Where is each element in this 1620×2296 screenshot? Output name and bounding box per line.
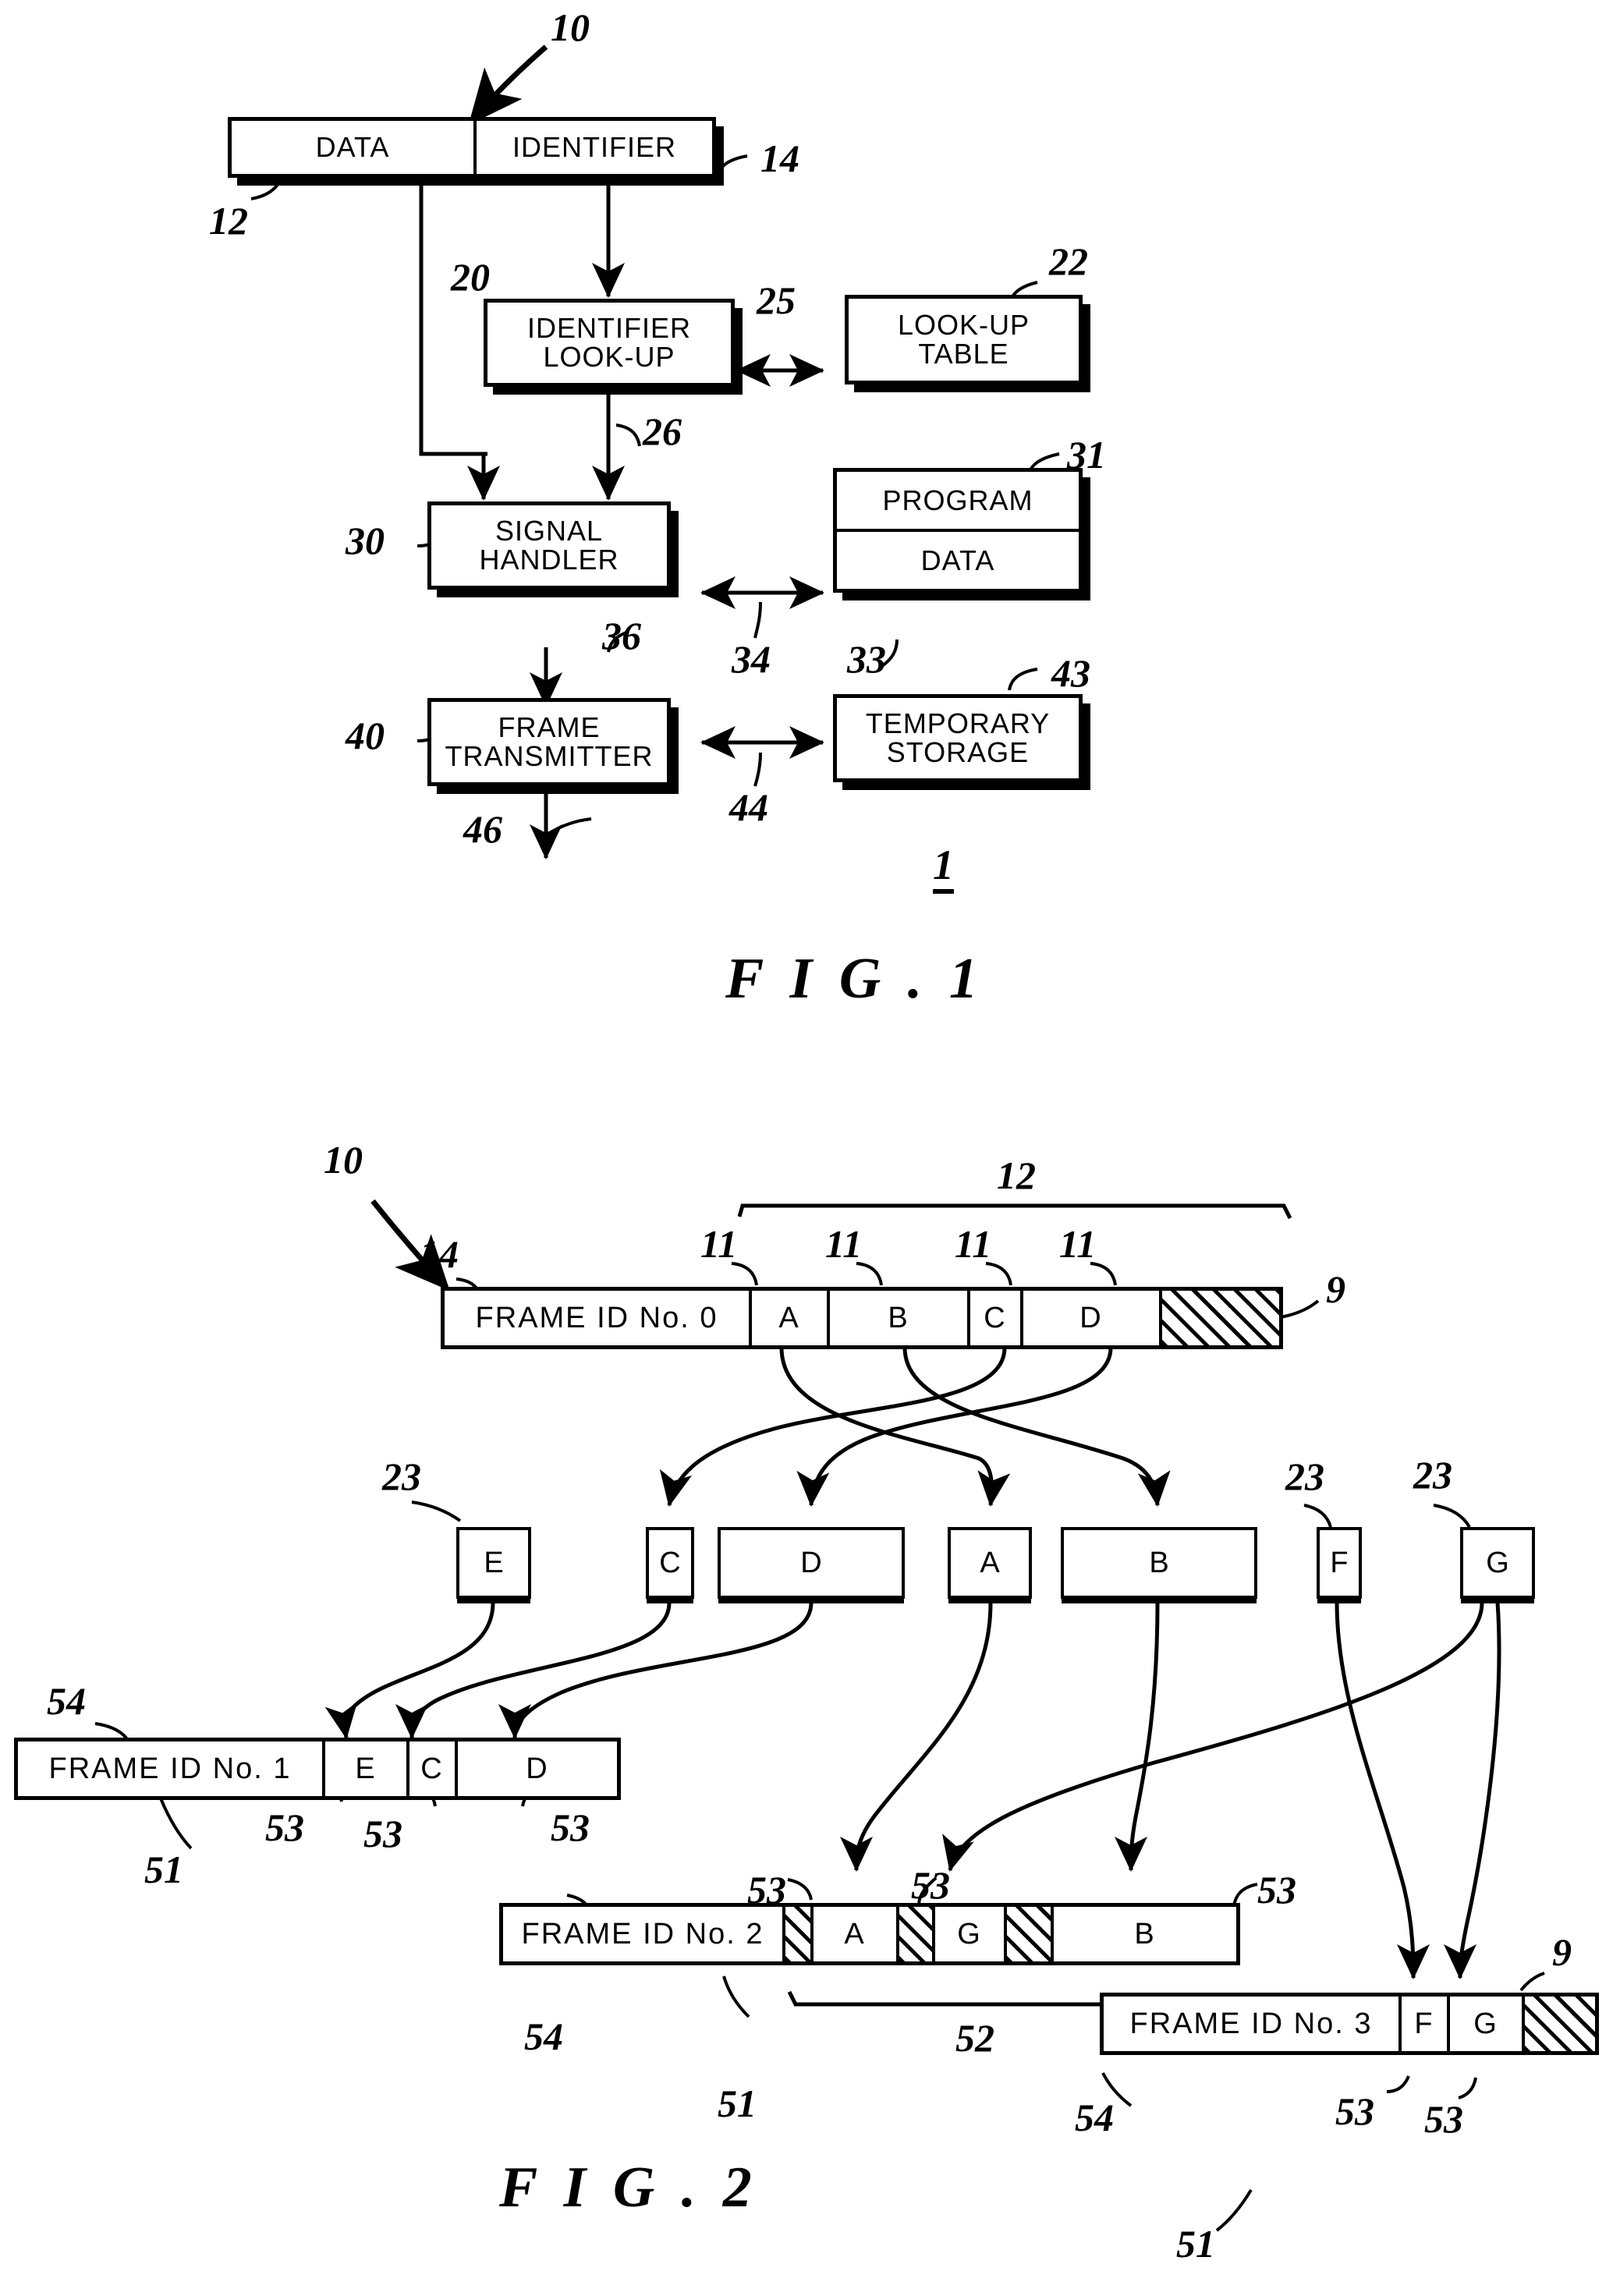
queue-item-g: G: [1460, 1527, 1535, 1599]
frame-id-cell: FRAME ID No. 2: [503, 1907, 782, 1961]
fig2-ref-53-f2b: 53: [911, 1863, 950, 1907]
ref-40: 40: [346, 714, 385, 757]
queue-item-e: E: [456, 1527, 531, 1599]
block-temporary-storage: TEMPORARY STORAGE: [833, 694, 1083, 782]
block-line: IDENTIFIER: [526, 311, 691, 344]
field-cell: A: [810, 1907, 896, 1961]
ref-33: 33: [847, 637, 886, 681]
block-signal-handler: SIGNAL HANDLER: [427, 501, 671, 590]
block-line: STORAGE: [886, 735, 1030, 768]
fig2-ref-11-a: 11: [700, 1222, 738, 1266]
fig2-ref-53-f1c: 53: [551, 1805, 590, 1849]
field-cell: B: [1051, 1907, 1236, 1961]
padding-cell: [1159, 1291, 1279, 1345]
packet-frame: DATA IDENTIFIER: [228, 117, 716, 178]
ref-22: 22: [1049, 239, 1088, 283]
ref-25: 25: [757, 278, 796, 322]
fig2-ref-54-f2: 54: [524, 2014, 563, 2058]
fig1-caption: F I G . 1: [725, 947, 984, 1011]
input-frame: FRAME ID No. 0 A B C D: [441, 1287, 1283, 1349]
block-line: TABLE: [918, 337, 1009, 370]
fig2-ref-9-top: 9: [1326, 1267, 1345, 1311]
fig2-caption: F I G . 2: [499, 2156, 758, 2220]
block-line: TRANSMITTER: [445, 739, 654, 772]
segment-cell: C: [967, 1291, 1020, 1345]
segment-cell: D: [1020, 1291, 1159, 1345]
ref-43: 43: [1051, 651, 1090, 695]
block-line: SIGNAL: [495, 514, 604, 547]
fig2-ref-11-d: 11: [1059, 1222, 1097, 1266]
ref-10-fig1: 10: [551, 5, 590, 49]
field-cell: G: [1447, 1997, 1522, 2051]
fig2-ref-51-f3: 51: [1176, 2222, 1215, 2266]
padding-cell: [1004, 1907, 1051, 1961]
fig2-ref-53-f3b: 53: [1424, 2097, 1463, 2141]
fig2-ref-53-f3a: 53: [1335, 2089, 1374, 2133]
fig2-ref-54-f3: 54: [1075, 2096, 1114, 2139]
ref-46: 46: [463, 807, 502, 851]
fig2-ref-53-f1a: 53: [265, 1805, 304, 1849]
ref-36: 36: [602, 614, 641, 657]
field-cell: D: [455, 1741, 617, 1796]
block-line: HANDLER: [479, 543, 619, 576]
field-cell: G: [932, 1907, 1004, 1961]
ref-30: 30: [346, 519, 385, 562]
packet-data-field: DATA: [315, 131, 390, 163]
fig2-ref-14: 14: [420, 1232, 459, 1276]
queue-item-f: F: [1317, 1527, 1362, 1599]
fig2-ref-23-g: 23: [1413, 1453, 1452, 1497]
output-frame-2: FRAME ID No. 2 A G B: [499, 1903, 1240, 1965]
fig2-ref-54-f1: 54: [47, 1679, 86, 1723]
ref-14-fig1: 14: [760, 136, 799, 180]
fig2-ref-51-f1: 51: [144, 1848, 183, 1891]
padding-cell: [782, 1907, 810, 1961]
ref-20: 20: [451, 255, 490, 299]
patent-drawing-sheet: DATA IDENTIFIER 10 12 14 IDENTIFIER LOOK…: [0, 0, 1620, 2296]
ref-12-fig1: 12: [209, 199, 248, 243]
field-cell: F: [1398, 1997, 1447, 2051]
ref-26: 26: [643, 409, 682, 453]
fig2-ref-23-a: 23: [382, 1454, 421, 1498]
padding-cell: [1522, 1997, 1595, 2051]
ref-31: 31: [1067, 433, 1106, 477]
segment-cell: B: [827, 1291, 967, 1345]
block-identifier-lookup: IDENTIFIER LOOK-UP: [484, 299, 735, 387]
padding-cell: [896, 1907, 932, 1961]
output-frame-1: FRAME ID No. 1 E C D: [14, 1738, 621, 1800]
block-frame-transmitter: FRAME TRANSMITTER: [427, 698, 671, 786]
queue-item-c: C: [646, 1527, 694, 1599]
frame-id-cell: FRAME ID No. 3: [1104, 1997, 1398, 2051]
fig2-ref-11-c: 11: [955, 1222, 992, 1266]
queue-item-b: B: [1061, 1527, 1257, 1599]
fig2-ref-53-f1b: 53: [363, 1812, 402, 1855]
block-line: TEMPORARY: [865, 707, 1051, 739]
block-program-data: PROGRAM DATA: [833, 468, 1083, 593]
fig2-ref-53-f2c: 53: [1257, 1868, 1296, 1912]
block-line: LOOK-UP: [897, 308, 1030, 341]
frame-id-cell: FRAME ID No. 0: [445, 1291, 749, 1345]
block-line: FRAME: [498, 710, 601, 743]
fig2-ref-9-f3: 9: [1552, 1930, 1572, 1974]
field-cell: C: [406, 1741, 455, 1796]
segment-cell: A: [749, 1291, 827, 1345]
fig2-ref-52: 52: [955, 2016, 994, 2060]
fig2-ref-12-bracket: 12: [997, 1153, 1036, 1197]
frame-id-cell: FRAME ID No. 1: [18, 1741, 322, 1796]
fig2-ref-11-b: 11: [825, 1222, 863, 1266]
fig2-ref-10: 10: [324, 1138, 363, 1182]
fig2-ref-51-f2: 51: [718, 2082, 757, 2125]
program-half: PROGRAM: [882, 484, 1033, 516]
field-cell: E: [322, 1741, 406, 1796]
fig1-system-number: 1: [933, 844, 954, 894]
data-half: DATA: [837, 529, 1079, 589]
queue-item-a: A: [948, 1527, 1032, 1599]
fig2-ref-23-f: 23: [1285, 1454, 1324, 1498]
block-line: LOOK-UP: [543, 340, 675, 373]
block-lookup-table: LOOK-UP TABLE: [845, 295, 1083, 384]
output-frame-3: FRAME ID No. 3 F G: [1100, 1993, 1599, 2055]
ref-34: 34: [732, 637, 771, 681]
ref-44: 44: [729, 785, 768, 829]
queue-item-d: D: [718, 1527, 905, 1599]
packet-identifier-field: IDENTIFIER: [473, 121, 712, 174]
